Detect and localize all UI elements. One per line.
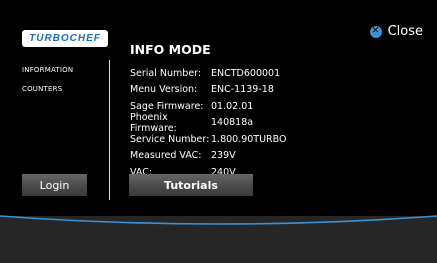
close-label: Close [387,24,423,39]
sidebar-item-information[interactable]: INFORMATION [22,66,73,74]
info-label: Menu Version: [130,84,198,96]
close-button[interactable]: ✕ Close [369,24,423,39]
sidebar-divider [109,60,110,200]
info-row-serial-number: Serial Number: ENCTD600001 [130,65,287,82]
info-row-service-number: Service Number: 1.800.90TURBO [130,131,287,148]
page-title: INFO MODE [130,42,211,57]
info-label: Service Number: [130,133,210,145]
info-label: Sage Firmware: [130,100,204,112]
info-label: Phoenix Firmware: [130,111,177,134]
turbochef-logo: TURBOCHEF [22,30,108,47]
accent-wave [0,215,437,228]
info-label: Serial Number: [130,67,202,79]
info-row-phoenix-firmware: Phoenix Firmware: 140818a [130,111,287,134]
info-row-measured-vac: Measured VAC: 239V [130,148,287,165]
sidebar-item-counters[interactable]: COUNTERS [22,85,73,93]
info-row-menu-version: Menu Version: ENC-1139-18 [130,82,287,99]
logo-text: TURBOCHEF [29,33,101,44]
info-table: Serial Number: ENCTD600001 Menu Version:… [130,65,287,181]
login-button[interactable]: Login [22,174,87,196]
close-icon: ✕ [369,25,382,38]
info-value: ENCTD600001 [211,67,281,79]
info-value: 239V [211,150,236,162]
info-label: Measured VAC: [130,150,202,162]
info-value: 140818a [211,117,254,129]
info-value: 1.800.90TURBO [211,133,287,145]
info-value: ENC-1139-18 [211,84,274,96]
sidebar: INFORMATION COUNTERS [22,66,73,104]
tutorials-button[interactable]: Tutorials [129,174,253,196]
info-value: 01.02.01 [211,100,254,112]
